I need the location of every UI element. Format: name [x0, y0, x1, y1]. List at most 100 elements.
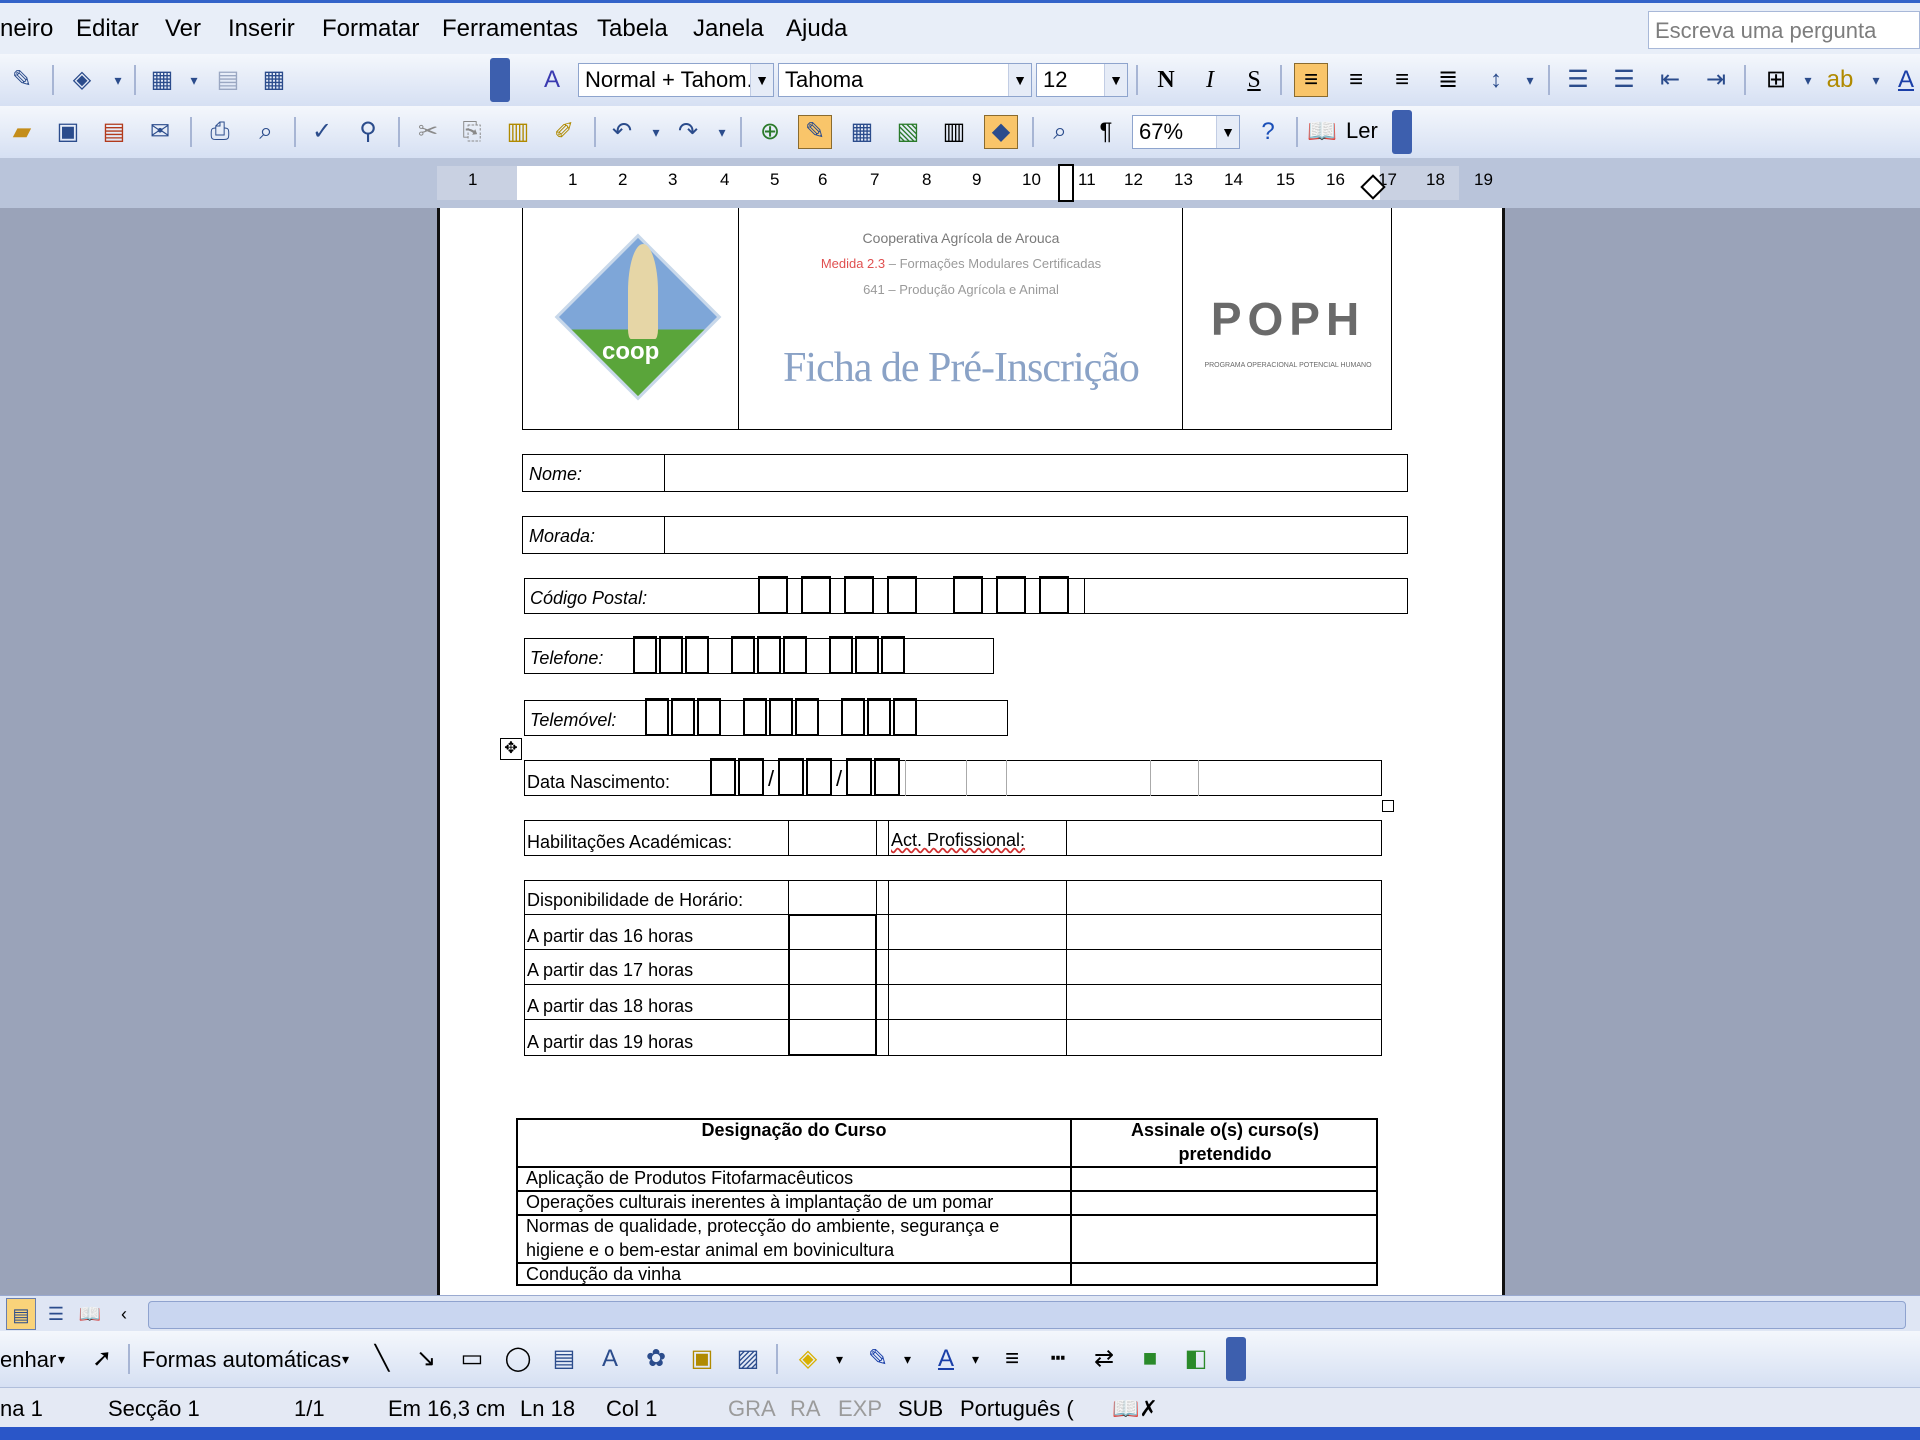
toolbar-grip[interactable] — [490, 58, 510, 102]
act-profissional-input[interactable] — [1068, 822, 1380, 854]
menu-window[interactable]: Janela — [693, 15, 764, 43]
align-left-icon[interactable]: ≡ — [1294, 63, 1328, 97]
justify-icon[interactable]: ≣ — [1432, 64, 1464, 96]
redo-icon[interactable]: ↷ — [672, 116, 704, 148]
arrow-icon[interactable]: ↘ — [410, 1343, 442, 1375]
reading-view-icon[interactable]: 📖 — [76, 1298, 104, 1330]
chevron-down-icon[interactable]: ▾ — [342, 1351, 349, 1368]
decrease-indent-icon[interactable]: ⇤ — [1654, 64, 1686, 96]
date-digit-box[interactable] — [710, 758, 736, 796]
toolbar-grip[interactable] — [1226, 1337, 1246, 1381]
show-hide-icon[interactable]: ¶ — [1090, 116, 1122, 148]
drawing-icon[interactable]: ◆ — [984, 115, 1018, 149]
style-select[interactable]: Normal + Tahom. ▼ — [578, 63, 774, 97]
textbox-icon[interactable]: ▤ — [548, 1343, 580, 1375]
copy-icon[interactable]: ⎘ — [456, 116, 488, 148]
hyperlink-icon[interactable]: ⊕ — [754, 116, 786, 148]
postal-digit-box[interactable] — [996, 576, 1026, 614]
wordart-icon[interactable]: A — [594, 1343, 626, 1375]
phone-digit-box[interactable] — [659, 636, 683, 674]
line-style-icon[interactable]: ≡ — [996, 1343, 1028, 1375]
font-color-icon[interactable]: A — [930, 1343, 962, 1375]
chevron-down-icon[interactable]: ▾ — [904, 1351, 911, 1368]
task-pane-icon[interactable]: ✎ — [6, 64, 38, 96]
phone-digit-box[interactable] — [743, 698, 767, 736]
nome-input[interactable] — [666, 456, 1406, 490]
numbering-icon[interactable]: ☰ — [1562, 64, 1594, 96]
spelling-status-icon[interactable]: 📖✗ — [1112, 1396, 1158, 1422]
phone-digit-box[interactable] — [731, 636, 755, 674]
menu-edit[interactable]: Editar — [76, 15, 139, 43]
status-record-macro[interactable]: GRA — [728, 1396, 776, 1422]
increase-indent-icon[interactable]: ⇥ — [1700, 64, 1732, 96]
undo-icon[interactable]: ↶ — [606, 116, 638, 148]
status-track-changes[interactable]: RA — [790, 1396, 821, 1422]
postal-digit-box[interactable] — [1039, 576, 1069, 614]
open-icon[interactable]: ▰ — [6, 116, 38, 148]
postal-digit-box[interactable] — [844, 576, 874, 614]
styles-icon[interactable]: A — [536, 64, 568, 96]
chevron-down-icon[interactable]: ▾ — [972, 1351, 979, 1368]
chevron-down-icon[interactable]: ▾ — [102, 64, 134, 96]
autoshapes-menu-button[interactable]: Formas automáticas — [142, 1347, 341, 1373]
help-icon[interactable]: ? — [1252, 116, 1284, 148]
columns-icon[interactable]: ▤ — [212, 64, 244, 96]
format-painter-icon[interactable]: ✐ — [548, 116, 580, 148]
underline-button[interactable]: S — [1238, 64, 1270, 96]
cut-icon[interactable]: ✂ — [412, 116, 444, 148]
select-objects-icon[interactable]: ➚ — [86, 1343, 118, 1375]
menu-format[interactable]: Formatar — [322, 15, 419, 43]
arrow-style-icon[interactable]: ⇄ — [1088, 1343, 1120, 1375]
menu-help[interactable]: Ajuda — [786, 15, 847, 43]
horario-checkbox[interactable] — [790, 951, 875, 983]
ask-question-input[interactable]: Escreva uma pergunta — [1648, 11, 1920, 49]
phone-digit-box[interactable] — [685, 636, 709, 674]
postal-digit-box[interactable] — [758, 576, 788, 614]
shadow-icon[interactable]: ■ — [1134, 1343, 1166, 1375]
scroll-left-icon[interactable]: ‹ — [110, 1298, 138, 1330]
phone-digit-box[interactable] — [881, 636, 905, 674]
align-center-icon[interactable]: ≡ — [1340, 64, 1372, 96]
toolbar-grip[interactable] — [1392, 110, 1412, 154]
phone-digit-box[interactable] — [867, 698, 891, 736]
horario-checkbox[interactable] — [790, 916, 875, 948]
phone-digit-box[interactable] — [841, 698, 865, 736]
clipart-icon[interactable]: ▣ — [686, 1343, 718, 1375]
insert-excel-icon[interactable]: ▧ — [892, 116, 924, 148]
3d-icon[interactable]: ◧ — [1180, 1343, 1212, 1375]
chevron-down-icon[interactable]: ▾ — [58, 1351, 65, 1368]
status-extend[interactable]: EXP — [838, 1396, 882, 1422]
chevron-down-icon[interactable]: ▾ — [178, 64, 210, 96]
web-view-icon[interactable]: ☰ — [42, 1298, 70, 1330]
phone-digit-box[interactable] — [829, 636, 853, 674]
date-digit-box[interactable] — [874, 758, 900, 796]
print-icon[interactable]: ⎙ — [204, 116, 236, 148]
chevron-down-icon[interactable]: ▾ — [836, 1351, 843, 1368]
horizontal-scrollbar-thumb[interactable] — [148, 1301, 1906, 1329]
bullets-icon[interactable]: ☰ — [1608, 64, 1640, 96]
menu-insert[interactable]: Inserir — [228, 15, 295, 43]
curso-checkbox[interactable] — [1074, 1169, 1376, 1189]
insert-table-icon[interactable]: ▦ — [146, 64, 178, 96]
phone-digit-box[interactable] — [757, 636, 781, 674]
chevron-down-icon[interactable]: ▾ — [1860, 64, 1892, 96]
postal-digit-box[interactable] — [953, 576, 983, 614]
date-digit-box[interactable] — [778, 758, 804, 796]
phone-digit-box[interactable] — [671, 698, 695, 736]
fill-color-icon[interactable]: ◈ — [792, 1343, 824, 1375]
postal-digit-box[interactable] — [887, 576, 917, 614]
line-icon[interactable]: ╲ — [366, 1343, 398, 1375]
font-select[interactable]: Tahoma ▼ — [778, 63, 1032, 97]
phone-digit-box[interactable] — [855, 636, 879, 674]
columns-icon[interactable]: ▥ — [938, 116, 970, 148]
bold-button[interactable]: N — [1150, 64, 1182, 96]
horario-checkbox[interactable] — [790, 1021, 875, 1054]
line-color-icon[interactable]: ✎ — [862, 1343, 894, 1375]
draw-menu-button[interactable]: enhar — [0, 1347, 56, 1373]
insert-table-icon[interactable]: ▦ — [846, 116, 878, 148]
date-digit-box[interactable] — [846, 758, 872, 796]
curso-checkbox[interactable] — [1074, 1265, 1376, 1284]
phone-digit-box[interactable] — [795, 698, 819, 736]
zoom-select[interactable]: 67% ▼ — [1132, 115, 1240, 149]
curso-checkbox[interactable] — [1074, 1193, 1376, 1213]
